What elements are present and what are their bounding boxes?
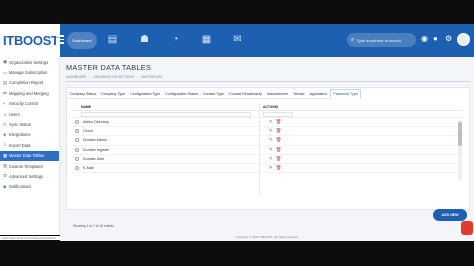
table-row: Active Directory ✎ 🗑 [71, 118, 463, 128]
edit-icon[interactable]: ✎ [269, 165, 273, 171]
row-name: Domain Admin [83, 138, 107, 143]
notifications-icon[interactable]: ● [433, 34, 438, 43]
page-title: MASTER DATA TABLES [66, 63, 152, 72]
breadcrumb-separator: › [137, 75, 139, 79]
row-name: Domain User [83, 156, 105, 161]
master-data-tabs: Company Status Company Type Configuratio… [67, 89, 362, 99]
sidebar-item-notifications[interactable]: ◆ Notifications [0, 182, 59, 192]
tab-configuration-type[interactable]: Configuration Type [127, 89, 163, 99]
row-name: Cloud [83, 129, 93, 134]
row-select-radio[interactable] [75, 166, 79, 171]
breadcrumb: DASHBOARD › ORGANIZATION SETTINGS › MAST… [66, 75, 163, 79]
row-name: Active Directory [83, 120, 109, 125]
chat-support-icon[interactable] [461, 221, 473, 235]
sidebar-item-security-control[interactable]: ▪ Security Control [0, 99, 59, 109]
settings-sidebar: ▣ Organization Settings ▭ Manage Subscript… [0, 57, 60, 235]
tab-manufacturer[interactable]: Manufacturer [264, 89, 291, 99]
sidebar-item-organization-settings[interactable]: ▣ Organization Settings [0, 57, 59, 67]
trash-icon[interactable]: 🗑 [276, 147, 282, 153]
tab-configuration-status[interactable]: Configuration Status [162, 89, 201, 99]
table-row: E-Mail ✎ 🗑 [71, 164, 463, 174]
breadcrumb-dashboard[interactable]: DASHBOARD [66, 75, 86, 79]
sidebar-item-manage-subscription[interactable]: ▭ Manage Subscription [0, 67, 59, 77]
page-footer: Copyright © 2021 ITBOOST. All rights res… [60, 233, 474, 241]
scrollbar-thumb[interactable] [458, 122, 462, 146]
app-logo[interactable]: ITBOOST [0, 24, 60, 57]
top-navbar: ITBOOST Dashboard ▤ ☗ ◔ ▦ ✉ ⌕ ◉ ● ⚙ [0, 24, 474, 57]
add-new-button[interactable]: ADD NEW [433, 209, 467, 221]
tab-application[interactable]: Application [307, 89, 330, 99]
search-input[interactable] [356, 37, 415, 43]
table-row: Domain register ✎ 🗑 [71, 146, 463, 155]
row-select-radio[interactable] [75, 138, 79, 143]
grid-pagination-info: Showing 1 to 7 of 16 entries [73, 224, 114, 228]
tab-company-status[interactable]: Company Status [67, 89, 99, 99]
nav-dashboard-button[interactable]: Dashboard [67, 32, 97, 49]
actions-filter-input[interactable] [263, 111, 293, 117]
trash-icon[interactable]: 🗑 [276, 119, 282, 125]
sidebar-item-custom-templates[interactable]: ▧ Custom Templates [0, 161, 59, 171]
sidebar-item-users[interactable]: ☺ Users [0, 109, 59, 119]
global-search[interactable]: ⌕ [347, 33, 416, 47]
header-divider [66, 81, 470, 82]
user-avatar[interactable] [457, 33, 470, 46]
table-row: Cloud ✎ 🗑 [71, 127, 463, 137]
chat-icon[interactable]: ✉ [231, 33, 244, 46]
breadcrumb-separator: › [89, 75, 91, 79]
trash-icon[interactable]: 🗑 [276, 165, 282, 171]
main-content: MASTER DATA TABLES DASHBOARD › ORGANIZAT… [60, 57, 474, 235]
sidebar-item-import-data[interactable]: ⇩ Import Data [0, 140, 59, 150]
tab-password-type[interactable]: Password Type [329, 89, 362, 99]
help-icon[interactable]: ◉ [421, 34, 428, 43]
grid-filter-row [71, 111, 463, 118]
sidebar-item-completion-report[interactable]: ▤ Completion Report [0, 78, 59, 88]
row-select-radio[interactable] [75, 156, 79, 161]
name-filter-input[interactable] [81, 111, 251, 117]
breadcrumb-masterdata: MASTERDATA [141, 75, 163, 79]
tab-vendor[interactable]: Vendor [290, 89, 308, 99]
server-icon[interactable]: ▦ [200, 33, 213, 46]
sidebar-item-advanced-settings[interactable]: ⚙ Advanced Settings [0, 171, 59, 181]
edit-icon[interactable]: ✎ [269, 128, 273, 134]
trash-icon[interactable]: 🗑 [276, 137, 282, 143]
people-icon[interactable]: ☗ [138, 33, 151, 46]
row-name: Domain register [83, 147, 110, 152]
sidebar-item-master-data-tables[interactable]: ▦ Master Data Tables [0, 150, 59, 161]
master-data-card: Company Status Company Type Configuratio… [66, 87, 470, 228]
grid-scrollbar[interactable] [458, 120, 462, 180]
tab-contact-type[interactable]: Contact Type [200, 89, 227, 99]
breadcrumb-organization-settings[interactable]: ORGANIZATION SETTINGS [93, 75, 134, 79]
edit-icon[interactable]: ✎ [269, 137, 273, 143]
edit-icon[interactable]: ✎ [269, 147, 273, 153]
browser-status-url: https://app.itboost.com/#/app/dashboard [0, 236, 60, 240]
grid-header: NAME ACTIONS [71, 104, 463, 111]
hamburger-menu-icon[interactable] [56, 35, 64, 45]
edit-icon[interactable]: ✎ [269, 156, 273, 162]
row-select-radio[interactable] [75, 129, 79, 134]
table-row: Domain Admin ✎ 🗑 [71, 136, 463, 146]
sidebar-item-sync-status[interactable]: ↻ Sync Status [0, 119, 59, 129]
row-name: E-Mail [83, 166, 94, 171]
password-type-grid: NAME ACTIONS Active Directory ✎ 🗑 Cloud ✎… [71, 104, 463, 194]
trash-icon[interactable]: 🗑 [276, 128, 282, 134]
sidebar-item-mapping-merging[interactable]: ⇄ Mapping and Merging [0, 88, 59, 98]
column-divider [259, 104, 260, 194]
column-header-name[interactable]: NAME [71, 105, 255, 109]
row-select-radio[interactable] [75, 147, 79, 152]
settings-icon[interactable]: ⚙ [445, 34, 452, 43]
edit-icon[interactable]: ✎ [269, 119, 273, 125]
tab-contact-relationship[interactable]: Contact Relationship [226, 89, 265, 99]
documents-icon[interactable]: ▤ [106, 33, 119, 46]
sidebar-item-integrations[interactable]: ◈ Integrations [0, 130, 59, 140]
chart-icon[interactable]: ◔ [169, 33, 182, 46]
tab-company-type[interactable]: Company Type [98, 89, 128, 99]
trash-icon[interactable]: 🗑 [276, 156, 282, 162]
search-icon: ⌕ [351, 36, 355, 43]
row-select-radio[interactable] [75, 120, 79, 125]
table-row: Domain User ✎ 🗑 [71, 155, 463, 164]
